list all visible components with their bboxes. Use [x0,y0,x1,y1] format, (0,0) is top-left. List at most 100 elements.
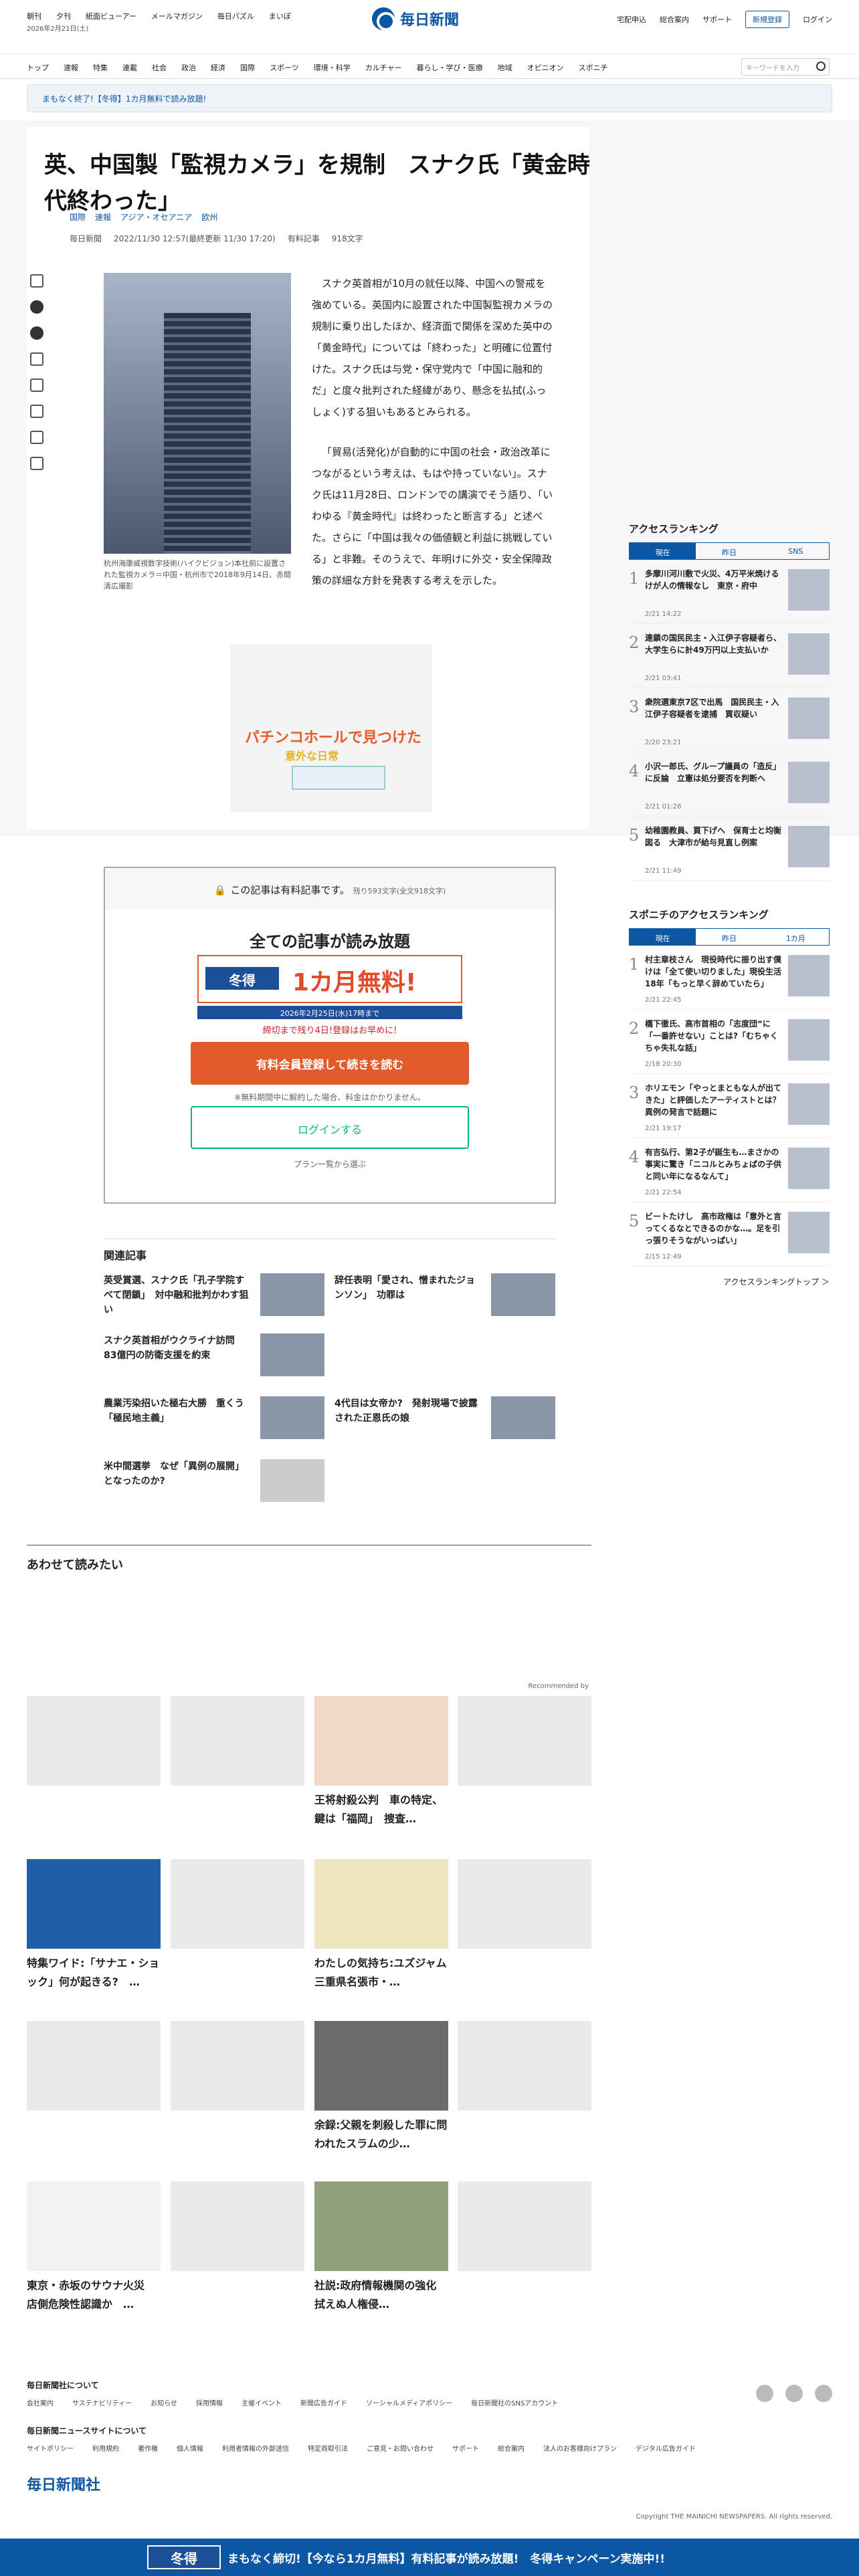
hatena-icon[interactable] [30,352,43,366]
ad-card[interactable] [458,1859,591,2000]
related-item[interactable]: 4代目は女帝か? 発射現場で披露された正恩氏の娘 [335,1396,555,1443]
link-info[interactable]: 総合案内 [660,14,689,25]
related-item[interactable]: 農業汚染招いた極右大勝 重くう「極民地主義」 [104,1396,324,1443]
link-evening[interactable]: 夕刊 [56,11,71,21]
footer-link[interactable]: ご意見・お問い合わせ [367,2443,434,2453]
ad-card[interactable] [27,2021,161,2161]
advertisement[interactable]: パチンコホールで見つけた 意外な日常 [231,645,432,813]
footer-link[interactable]: ソーシャルメディアポリシー [366,2397,452,2407]
footer-link[interactable]: 総合案内 [498,2443,524,2453]
print-icon[interactable] [30,457,43,470]
nav-item[interactable]: 政治 [181,62,196,73]
footer-link[interactable]: 新聞広告ガイド [300,2397,347,2407]
site-logo[interactable]: 毎日新聞 [372,5,492,32]
footer-link[interactable]: 採用情報 [196,2397,223,2407]
comment-icon[interactable] [30,300,43,314]
nav-item[interactable]: 環境・科学 [314,62,351,73]
ranking-top-link[interactable]: アクセスランキングトップ ＞ [629,1276,830,1287]
nav-item[interactable]: 連載 [122,62,137,73]
footer-link[interactable]: デジタル広告ガイド [636,2443,696,2453]
tab-yesterday[interactable]: 昨日 [696,929,762,945]
tab-yesterday[interactable]: 昨日 [696,543,762,559]
related-item[interactable]: 米中間選挙 なぜ「異例の展開」となったのか? [104,1459,324,1506]
tab-now[interactable]: 現在 [630,929,696,945]
footer-link[interactable]: 利用規約 [92,2443,119,2453]
news-card[interactable]: 王将射殺公判 車の特定、鍵は「福岡」 捜査… [314,1696,448,1836]
campaign-bottom-bar[interactable]: 冬得 まもなく締切!【今なら1カ月無料】有料記事が読み放題! 冬得キャンペーン実… [0,2539,859,2576]
footer-link[interactable]: サポート [452,2443,479,2453]
link-delivery[interactable]: 宅配申込 [617,14,646,25]
footer-link[interactable]: 法人のお客様向けプラン [543,2443,617,2453]
ranking-item[interactable]: 1 多摩川河川敷で火災、4万平米焼ける けが人の情報なし 東京・府中 2/21 14… [629,560,830,624]
link-icon[interactable] [30,431,43,444]
link-viewer[interactable]: 紙面ビューアー [86,11,136,21]
footer-link[interactable]: 利用者情報の外部送信 [222,2443,289,2453]
related-item[interactable]: スナク英首相がウクライナ訪問 83億円の防衛支援を約束 [104,1333,324,1380]
news-card[interactable]: 社説:政府情報機関の強化 拭えぬ人権侵… [314,2181,448,2322]
nav-item[interactable]: 暮らし・学び・医療 [417,62,483,73]
footer-link[interactable]: サイトポリシー [27,2443,74,2453]
ranking-item[interactable]: 3 衆院選東京7区で出馬 国民民主・入江伊子容疑者を逮捕 買収疑い 2/20 23:… [629,688,830,752]
search-input[interactable]: キーワードを入力 [741,58,830,76]
ranking-item[interactable]: 2 連鎖の国民民主・入江伊子容疑者ら、大学生らに計49万円以上支払いか 2/21 0… [629,624,830,688]
ad-card[interactable] [458,1696,591,1836]
related-item[interactable]: 辞任表明「愛され、憎まれたジョンソン」 功罪は [335,1273,555,1320]
search-icon[interactable] [816,62,826,71]
login-button[interactable]: ログインする [191,1106,469,1149]
footer-link[interactable]: 個人情報 [177,2443,203,2453]
ranking-item[interactable]: 1 村主章枝さん 現役時代に振り出す僕けは「全て使い切りました」現役生活18年「も… [629,946,830,1010]
nav-item[interactable]: 速報 [64,62,78,73]
footer-link[interactable]: 主催イベント [242,2397,282,2407]
link-morning[interactable]: 朝刊 [27,11,41,21]
nav-item[interactable]: スポーツ [270,62,299,73]
subscribe-button[interactable]: 有料会員登録して続きを読む [191,1042,469,1085]
news-card[interactable]: 余録:父親を刺殺した罪に問われたスラムの少… [314,2021,448,2161]
tab-now[interactable]: 現在 [630,543,696,559]
ad-card[interactable] [171,2181,304,2322]
nav-item[interactable]: カルチャー [365,62,402,73]
link-puzzle[interactable]: 毎日パズル [217,11,254,21]
campaign-banner[interactable]: まもなく終了!【冬得】1カ月無料で読み放題! [27,84,832,112]
link-support[interactable]: サポート [702,14,732,25]
line-icon[interactable] [815,2385,832,2402]
footer-link[interactable]: 著作権 [138,2443,158,2453]
nav-item[interactable]: スポニチ [579,62,608,73]
ad-card[interactable] [171,1696,304,1836]
ad-card[interactable] [171,2021,304,2161]
facebook-icon[interactable] [785,2385,803,2402]
tab-sns[interactable]: SNS [763,543,829,559]
ranking-item[interactable]: 4 小沢一郎氏、グループ議員の「造反」に反論 立憲は処分要否を判断へ 2/21 01… [629,752,830,817]
tag-link[interactable]: 国際 [70,211,86,223]
ranking-item[interactable]: 4 有吉弘行、第2子が誕生も…まさかの事実に驚き「ニコルとみちょぱの子供と同い年に… [629,1138,830,1202]
ad-card[interactable] [171,1859,304,2000]
ad-card[interactable] [458,2181,591,2322]
nav-item[interactable]: 経済 [211,62,225,73]
nav-item[interactable]: 特集 [93,62,108,73]
news-card[interactable]: 東京・赤坂のサウナ火災 店側危険性認識か … [27,2181,161,2322]
tag-link[interactable]: 速報 [95,211,111,223]
plans-link[interactable]: プラン一覧から選ぶ [105,1158,555,1170]
x-share-icon[interactable] [30,274,43,288]
news-card[interactable]: 特集ワイド:「サナエ・ショック」何が起きる? … [27,1859,161,2000]
ad-card[interactable] [27,1696,161,1836]
facebook-icon[interactable] [30,326,43,340]
footer-link[interactable]: サステナビリティー [72,2397,132,2407]
ranking-item[interactable]: 5 幼稚園教員、買下げへ 保育士と均衡図る 大津市が給与見直し例案 2/21 11:… [629,817,830,881]
tag-link[interactable]: 欧州 [201,211,217,223]
nav-item[interactable]: 社会 [152,62,167,73]
ad-card[interactable] [458,2021,591,2161]
register-button[interactable]: 新規登録 [745,11,789,28]
nav-item[interactable]: 地域 [498,62,512,73]
ranking-item[interactable]: 5 ビートたけし 高市政権は「意外と言ってくるなとできるのかな…。足を引っ張りそう… [629,1202,830,1267]
login-link[interactable]: ログイン [803,14,832,25]
bookmark-icon[interactable] [30,379,43,392]
footer-link[interactable]: 毎日新聞社のSNSアカウント [471,2397,558,2407]
footer-link[interactable]: 会社案内 [27,2397,54,2407]
tag-link[interactable]: アジア・オセアニア [120,211,192,223]
related-item[interactable]: 英受賞選、スナク氏「孔子学院すべて閉鎖」 対中融和批判かわす狙い [104,1273,324,1320]
footer-link[interactable]: 特定商取引法 [308,2443,348,2453]
link-mail[interactable]: メールマガジン [151,11,203,21]
ranking-item[interactable]: 3 ホリエモン「やっとまともな人が出てきた」と評価したアーティストとは？異例の発言… [629,1074,830,1138]
nav-item[interactable]: トップ [27,62,49,73]
mail-icon[interactable] [30,405,43,418]
